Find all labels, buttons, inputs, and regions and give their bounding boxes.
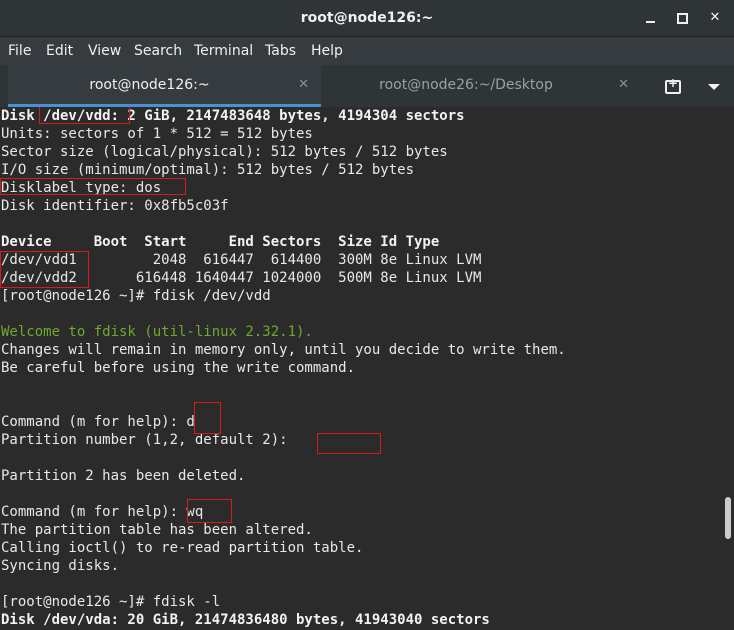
menu-bar: File Edit View Search Terminal Tabs Help (0, 37, 734, 65)
chevron-down-icon (708, 84, 720, 90)
tab-label: root@node126:~ (89, 77, 210, 93)
terminal-line: [root@node126 ~]# fdisk /dev/vdd (1, 288, 271, 304)
terminal-line: Calling ioctl() to re-read partition tab… (1, 540, 364, 556)
fdisk-welcome: Welcome to fdisk (util-linux 2.32.1). (1, 324, 313, 340)
terminal-line: Sector size (logical/physical): 512 byte… (1, 144, 448, 160)
tab-menu-button[interactable] (704, 75, 724, 97)
highlight-box-disklabel (0, 178, 186, 195)
close-tab-icon[interactable]: ✕ (298, 65, 309, 105)
partition-table-header: Device Boot Start End Sectors Size Id Ty… (1, 234, 440, 250)
highlight-box-partition-number (317, 433, 381, 454)
title-bar[interactable]: root@node126:~ ✕ (0, 0, 734, 37)
highlight-box-partitions (0, 251, 89, 288)
highlight-box-command-wq (187, 499, 232, 523)
terminal-line: Partition 2 has been deleted. (1, 468, 246, 484)
plus-icon: + (667, 76, 679, 90)
menu-file[interactable]: File (8, 37, 31, 65)
new-tab-button[interactable]: + (662, 75, 684, 97)
terminal-line: The partition table has been altered. (1, 522, 313, 538)
minimize-icon (646, 21, 655, 23)
menu-view[interactable]: View (88, 37, 121, 65)
terminal-line: [root@node126 ~]# fdisk -l (1, 594, 221, 610)
terminal-line: Command (m for help): wq (1, 504, 204, 520)
maximize-icon (677, 13, 688, 24)
terminal-line: Disk /dev/vda: 20 GiB, 21474836480 bytes… (1, 612, 490, 628)
terminal-line: Changes will remain in memory only, unti… (1, 342, 566, 358)
terminal-line: Be careful before using the write comman… (1, 360, 356, 376)
terminal-line: Syncing disks. (1, 558, 120, 574)
terminal-line: Partition number (1,2, default 2): (1, 432, 297, 448)
menu-tabs[interactable]: Tabs (265, 37, 296, 65)
highlight-box-dev-vdd (39, 107, 130, 124)
close-tab-icon[interactable]: ✕ (618, 65, 629, 105)
tab-bar: root@node126:~ ✕ root@node26:~/Desktop ✕… (0, 65, 734, 108)
minimize-button[interactable] (641, 8, 661, 28)
terminal-output[interactable]: Disk /dev/vdd: 2 GiB, 2147483648 bytes, … (0, 107, 734, 630)
terminal-line: Units: sectors of 1 * 512 = 512 bytes (1, 126, 313, 142)
highlight-box-command-d (194, 402, 221, 434)
window-title: root@node126:~ (300, 10, 434, 26)
close-icon: ✕ (709, 10, 721, 25)
tab-label: root@node26:~/Desktop (379, 77, 553, 93)
menu-search[interactable]: Search (134, 37, 182, 65)
terminal-line: I/O size (minimum/optimal): 512 bytes / … (1, 162, 415, 178)
terminal-line: Command (m for help): d (1, 414, 195, 430)
maximize-button[interactable] (672, 8, 692, 28)
tab-node26-desktop[interactable]: root@node26:~/Desktop ✕ (321, 65, 641, 107)
tab-node126[interactable]: root@node126:~ ✕ (8, 65, 321, 107)
terminal-line: Disk identifier: 0x8fb5c03f (1, 198, 229, 214)
scrollbar-thumb[interactable] (725, 497, 731, 539)
menu-edit[interactable]: Edit (46, 37, 73, 65)
menu-terminal[interactable]: Terminal (194, 37, 253, 65)
close-window-button[interactable]: ✕ (705, 8, 725, 28)
terminal-window: root@node126:~ ✕ File Edit View Search T… (0, 0, 734, 630)
menu-help[interactable]: Help (311, 37, 343, 65)
